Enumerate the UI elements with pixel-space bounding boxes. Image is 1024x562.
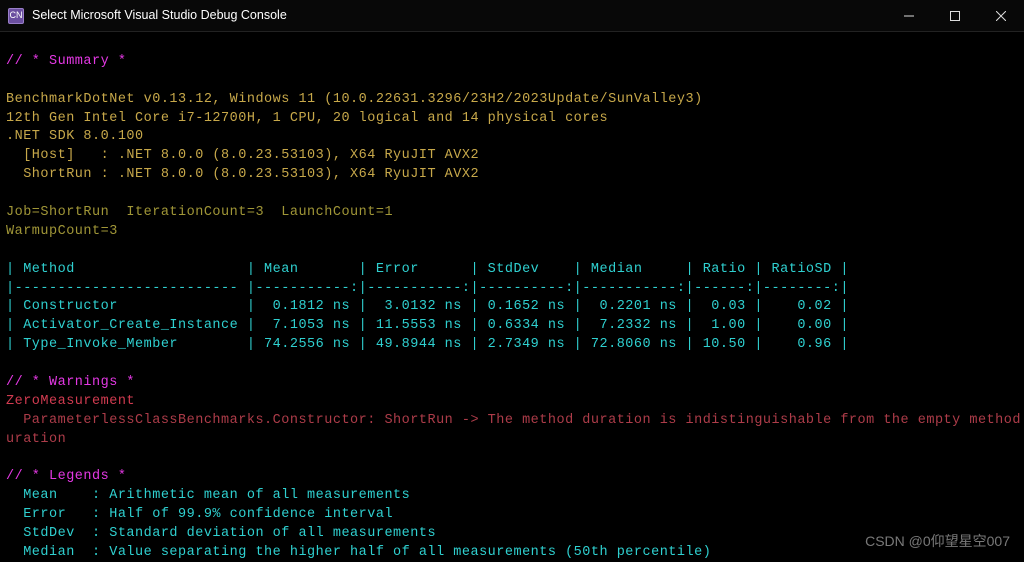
legend-error: Error : Half of 99.9% confidence interva… xyxy=(6,507,393,522)
summary-sdk: .NET SDK 8.0.100 xyxy=(6,129,144,144)
table-row: | Activator_Create_Instance | 7.1053 ns … xyxy=(6,318,849,333)
warning-title: ZeroMeasurement xyxy=(6,394,135,409)
titlebar: CN Select Microsoft Visual Studio Debug … xyxy=(0,0,1024,32)
maximize-button[interactable] xyxy=(932,0,978,32)
legend-mean: Mean : Arithmetic mean of all measuremen… xyxy=(6,488,410,503)
close-button[interactable] xyxy=(978,0,1024,32)
summary-benchnet: BenchmarkDotNet v0.13.12, Windows 11 (10… xyxy=(6,92,703,107)
job-line: Job=ShortRun IterationCount=3 LaunchCoun… xyxy=(6,205,393,220)
console-output: // * Summary * BenchmarkDotNet v0.13.12,… xyxy=(0,32,1024,562)
table-divider: |-------------------------- |-----------… xyxy=(6,281,849,296)
legends-header: // * Legends * xyxy=(6,469,126,484)
summary-header: // * Summary * xyxy=(6,54,126,69)
legend-median: Median : Value separating the higher hal… xyxy=(6,545,711,560)
table-row: | Constructor | 0.1812 ns | 3.0132 ns | … xyxy=(6,299,849,314)
table-header: | Method | Mean | Error | StdDev | Media… xyxy=(6,262,849,277)
table-row: | Type_Invoke_Member | 74.2556 ns | 49.8… xyxy=(6,337,849,352)
summary-cpu: 12th Gen Intel Core i7-12700H, 1 CPU, 20… xyxy=(6,111,608,126)
warmup-line: WarmupCount=3 xyxy=(6,224,118,239)
minimize-button[interactable] xyxy=(886,0,932,32)
legend-stddev: StdDev : Standard deviation of all measu… xyxy=(6,526,436,541)
warning-body-line: uration xyxy=(6,432,66,447)
window-title: Select Microsoft Visual Studio Debug Con… xyxy=(32,7,886,25)
summary-shortrun: ShortRun : .NET 8.0.0 (8.0.23.53103), X6… xyxy=(6,167,479,182)
app-icon: CN xyxy=(8,8,24,24)
warnings-header: // * Warnings * xyxy=(6,375,135,390)
warning-body-line: ParameterlessClassBenchmarks.Constructor… xyxy=(6,413,1024,428)
summary-host: [Host] : .NET 8.0.0 (8.0.23.53103), X64 … xyxy=(6,148,479,163)
